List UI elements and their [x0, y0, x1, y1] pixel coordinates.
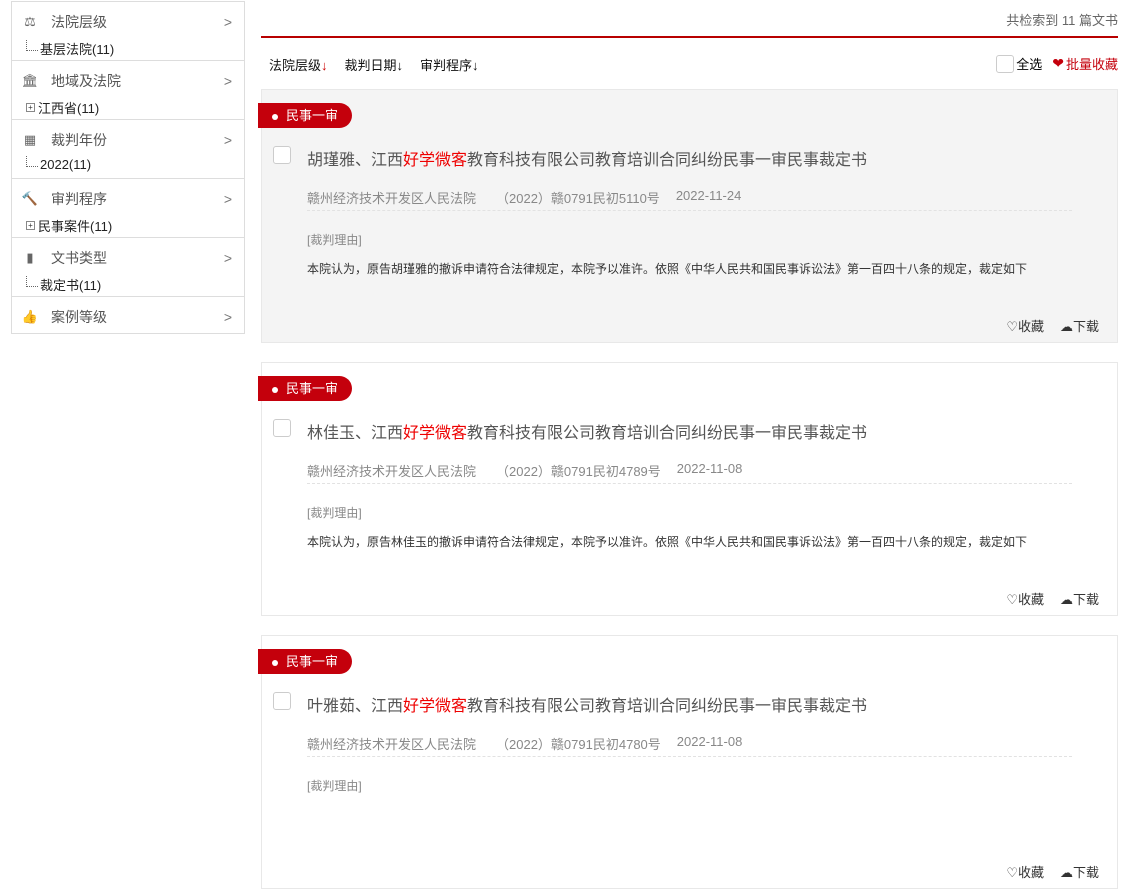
filter-option[interactable]: 裁定书(11)	[26, 275, 101, 294]
document-meta: 赣州经济技术开发区人民法院 （2022）赣0791民初4780号 2022-11-0…	[307, 734, 743, 752]
reason-label: [裁判理由]	[307, 779, 362, 793]
expand-icon[interactable]: +	[26, 221, 35, 230]
expand-icon[interactable]: +	[26, 103, 35, 112]
filter-sidebar: ⚖ 法院层级 > 基层法院(11) 🏛 地域及法院 > + 江西省(11) ▦ 裁判年份 > …	[11, 1, 245, 334]
filter-header-3[interactable]: 🔨 审判程序 >	[21, 189, 232, 209]
collect-button[interactable]: ♡收藏	[1006, 589, 1044, 608]
sort-bar: 法院层级↓ 裁判日期↓ 审判程序↓	[269, 55, 479, 74]
chevron-right-icon: >	[223, 14, 232, 30]
select-all-label[interactable]: 全选	[1016, 54, 1042, 73]
filter-option[interactable]: + 江西省(11)	[26, 98, 99, 117]
thumbs-up-icon: 👍	[21, 309, 39, 324]
chevron-right-icon: >	[223, 250, 232, 266]
filter-option[interactable]: 2022(11)	[26, 156, 91, 172]
download-button[interactable]: ☁下载	[1060, 862, 1099, 881]
reason-label: [裁判理由]	[307, 506, 362, 520]
case-type-badge: 民事一审	[258, 376, 353, 401]
select-all-checkbox[interactable]	[996, 54, 1015, 73]
sort-court-level[interactable]: 法院层级↓	[269, 55, 328, 74]
collect-button[interactable]: ♡收藏	[1006, 316, 1044, 335]
tree-line	[26, 156, 38, 167]
gavel-icon: 🔨	[21, 191, 39, 206]
case-type-badge: 民事一审	[258, 103, 353, 128]
filter-header-5[interactable]: 👍 案例等级 >	[21, 307, 232, 327]
case-type-badge: 民事一审	[258, 649, 353, 674]
filter-section: ▦ 裁判年份 > 2022(11)	[12, 120, 244, 179]
chevron-right-icon: >	[223, 191, 232, 207]
filter-section: ⚖ 法院层级 > 基层法院(11)	[12, 2, 244, 61]
document-meta: 赣州经济技术开发区人民法院 （2022）赣0791民初5110号 2022-11-2…	[307, 188, 742, 206]
cloud-download-icon: ☁	[1059, 865, 1073, 880]
filter-section: 👍 案例等级 >	[12, 297, 244, 333]
filter-section: 🏛 地域及法院 > + 江西省(11)	[12, 61, 244, 120]
filter-header-0[interactable]: ⚖ 法院层级 >	[21, 12, 232, 32]
chevron-right-icon: >	[223, 73, 232, 89]
reason-text: 本院认为，原告胡瑾雅的撤诉申请符合法律规定，本院予以准许。依照《中华人民共和国民…	[307, 262, 1028, 276]
tree-line	[26, 276, 38, 287]
tree-line	[26, 40, 38, 51]
divider	[307, 756, 1072, 757]
select-checkbox[interactable]	[273, 146, 291, 164]
document-title-link[interactable]: 林佳玉、江西好学微客教育科技有限公司教育培训合同纠纷民事一审民事裁定书	[307, 419, 867, 443]
result-card: 民事一审 叶雅茹、江西好学微客教育科技有限公司教育培训合同纠纷民事一审民事裁定书…	[258, 635, 1118, 889]
cloud-download-icon: ☁	[1059, 319, 1073, 334]
filter-header-4[interactable]: ▮ 文书类型 >	[21, 248, 232, 268]
arrow-down-icon: ↓	[321, 58, 328, 73]
collect-button[interactable]: ♡收藏	[1006, 862, 1044, 881]
result-count: 共检索到 11 篇文书	[1006, 13, 1118, 28]
calendar-icon: ▦	[23, 132, 37, 147]
divider	[307, 483, 1072, 484]
heart-icon: ♡	[1006, 865, 1018, 880]
filter-section: ▮ 文书类型 > 裁定书(11)	[12, 238, 244, 297]
cloud-download-icon: ☁	[1059, 592, 1073, 607]
result-card: 民事一审 胡瑾雅、江西好学微客教育科技有限公司教育培训合同纠纷民事一审民事裁定书…	[258, 89, 1118, 343]
bank-icon: 🏛	[21, 73, 39, 88]
filter-header-1[interactable]: 🏛 地域及法院 >	[21, 71, 232, 91]
copy-icon: ▮	[26, 250, 34, 265]
filter-option[interactable]: + 民事案件(11)	[26, 216, 112, 235]
filter-option[interactable]: 基层法院(11)	[26, 39, 114, 58]
sort-procedure[interactable]: 审判程序↓	[420, 55, 479, 74]
document-title-link[interactable]: 胡瑾雅、江西好学微客教育科技有限公司教育培训合同纠纷民事一审民事裁定书	[307, 146, 867, 170]
document-title-link[interactable]: 叶雅茹、江西好学微客教育科技有限公司教育培训合同纠纷民事一审民事裁定书	[307, 692, 867, 716]
batch-collect-button[interactable]: 批量收藏	[1066, 54, 1118, 73]
select-checkbox[interactable]	[273, 692, 291, 710]
heart-plus-icon: ❤	[1052, 55, 1064, 71]
download-button[interactable]: ☁下载	[1060, 589, 1099, 608]
filter-header-2[interactable]: ▦ 裁判年份 >	[21, 130, 232, 150]
heart-icon: ♡	[1006, 592, 1018, 607]
arrow-down-icon: ↓	[396, 58, 404, 73]
chevron-right-icon: >	[223, 132, 232, 148]
document-meta: 赣州经济技术开发区人民法院 （2022）赣0791民初4789号 2022-11-0…	[307, 461, 743, 479]
sort-date[interactable]: 裁判日期↓	[345, 55, 404, 74]
filter-section: 🔨 审判程序 > + 民事案件(11)	[12, 179, 244, 238]
heart-icon: ♡	[1006, 319, 1018, 334]
chevron-right-icon: >	[223, 309, 232, 325]
select-checkbox[interactable]	[273, 419, 291, 437]
arrow-down-icon: ↓	[472, 58, 479, 73]
result-card: 民事一审 林佳玉、江西好学微客教育科技有限公司教育培训合同纠纷民事一审民事裁定书…	[258, 362, 1118, 616]
scale-icon: ⚖	[24, 14, 36, 29]
reason-label: [裁判理由]	[307, 233, 362, 247]
download-button[interactable]: ☁下载	[1060, 316, 1099, 335]
reason-text: 本院认为，原告林佳玉的撤诉申请符合法律规定，本院予以准许。依照《中华人民共和国民…	[307, 535, 1028, 549]
divider	[307, 210, 1072, 211]
divider	[261, 36, 1118, 38]
toolbar: 全选 ❤ 批量收藏	[996, 54, 1118, 73]
